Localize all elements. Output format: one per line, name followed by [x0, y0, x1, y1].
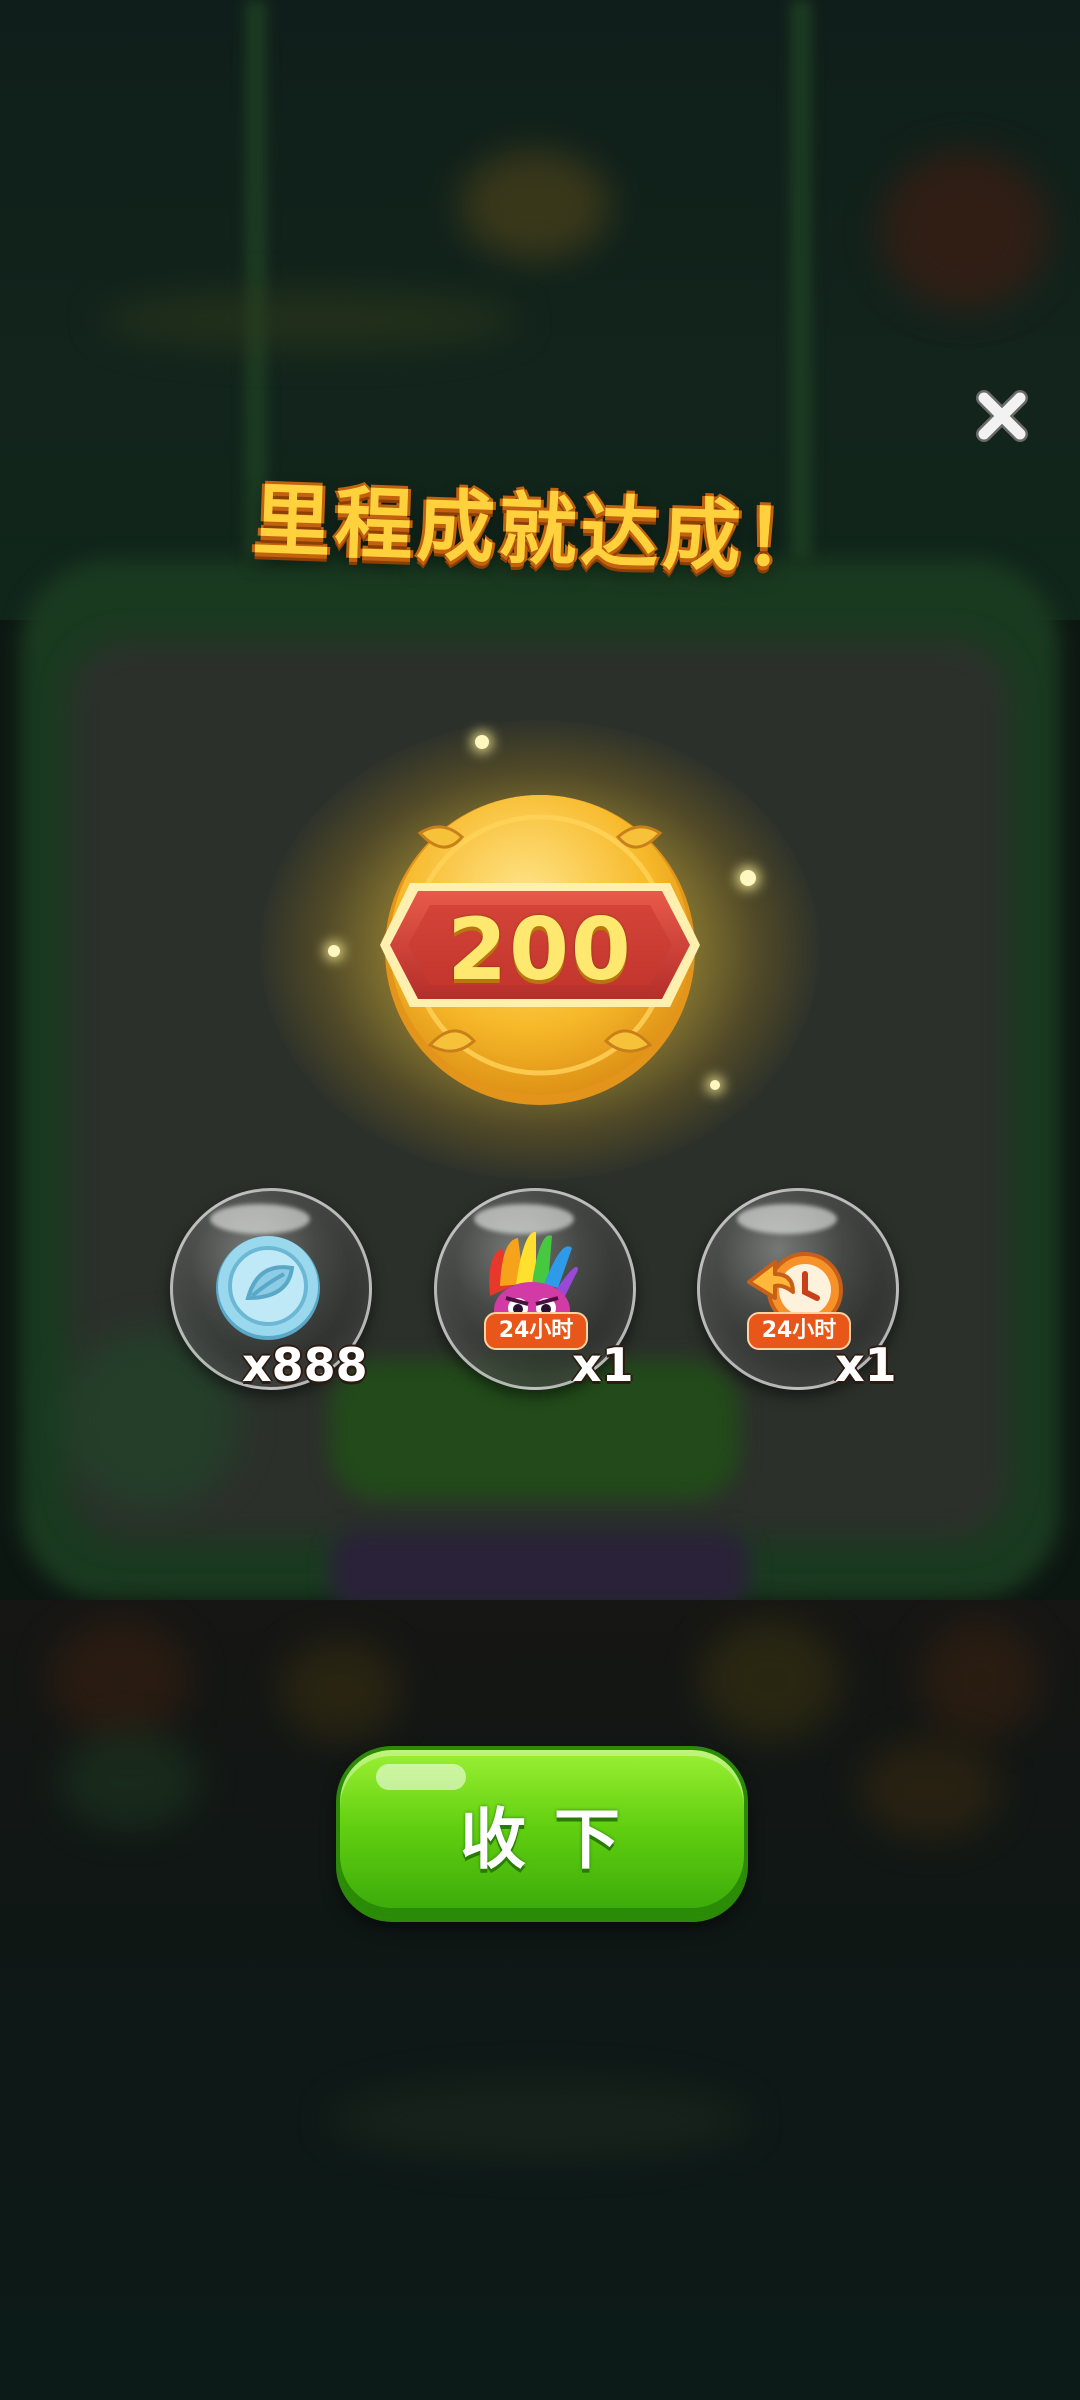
reward-item-coins: x888 — [170, 1188, 372, 1392]
sparkle-icon — [328, 945, 340, 957]
close-button[interactable] — [972, 386, 1032, 446]
sparkle-icon — [740, 870, 756, 886]
reward-item-time-boost: 24小时 x1 — [697, 1188, 899, 1392]
reward-item-rainbow-owl: 24小时 x1 — [434, 1188, 636, 1392]
milestone-number: 200 — [447, 900, 633, 1000]
collect-button-label: 收下 — [460, 1801, 648, 1878]
sparkle-icon — [475, 735, 489, 749]
close-icon — [976, 390, 1028, 442]
collect-button[interactable]: 收下 — [336, 1746, 748, 1922]
reward-count: x1 — [572, 1338, 634, 1392]
coin-icon — [216, 1236, 320, 1340]
milestone-medal: 200 — [230, 690, 850, 1210]
reward-count: x888 — [242, 1338, 368, 1392]
reward-count: x1 — [835, 1338, 897, 1392]
